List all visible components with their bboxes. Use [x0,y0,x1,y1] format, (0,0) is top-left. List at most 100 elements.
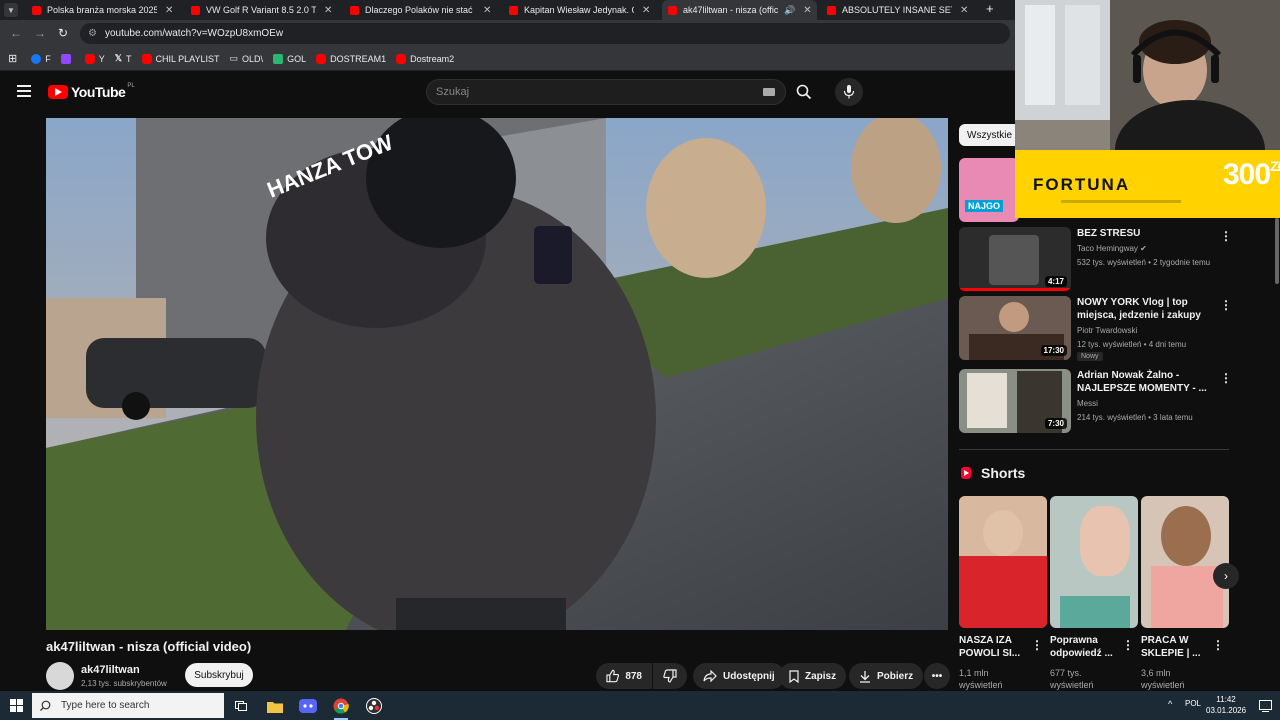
new-tab-button[interactable]: + [986,1,994,16]
video-player[interactable]: HANZA TOW [46,118,948,630]
tab-title: Kapitan Wiesław Jedynak. Ostat [524,5,634,15]
bookmark-item[interactable]: DOSTREAM1 [316,53,386,64]
save-label: Zapisz [805,670,837,682]
bookmark-item[interactable]: CHIL PLAYLIST [141,53,220,64]
clock-date: 03.01.2026 [1206,706,1247,715]
short-thumbnail[interactable] [959,496,1047,628]
tab-close-icon[interactable]: ✕ [165,5,173,16]
channel-avatar[interactable] [46,662,74,690]
video-thumbnail[interactable]: 4:17 [959,227,1071,291]
tab-close-icon[interactable]: ✕ [960,5,968,16]
ad-fine-print [1061,200,1181,203]
back-arrow-icon[interactable]: ← [10,26,22,40]
short-views: 1,1 mln wyświetleń [959,668,1003,690]
channel-name[interactable]: ak47liltwan [81,664,140,676]
video-thumbnail[interactable]: 7:30 [959,369,1071,433]
channel-name: Messi [1077,399,1098,408]
bookmark-folder[interactable]: ▭ OLD\ [230,53,264,64]
browser-tab[interactable]: Polska branża morska 2025 - Yo ✕ [26,0,181,20]
shorts-heading: Shorts [961,465,1025,481]
tab-close-icon[interactable]: ✕ [483,5,491,16]
browser-tab[interactable]: VW Golf R Variant 8.5 2.0 TSI 33 ✕ [185,0,340,20]
browser-tab[interactable]: Dlaczego Polaków nie stać na m ✕ [344,0,499,20]
discord-icon[interactable] [297,695,319,717]
language-indicator[interactable]: POL [1185,699,1201,708]
search-button[interactable] [786,79,822,105]
shorts-next-arrow-icon[interactable]: › [1213,563,1239,589]
facebook-icon [31,53,42,64]
tab-search-icon[interactable]: ▼ [4,3,18,17]
browser-tab[interactable]: ABSOLUTELY INSANE SET! Gian ✕ [821,0,981,20]
more-vertical-icon[interactable]: ⋮ [1212,638,1224,652]
bookmark-item[interactable]: Y [84,53,105,64]
file-explorer-icon[interactable] [264,695,286,717]
notification-icon[interactable] [1254,695,1276,717]
more-vertical-icon[interactable]: ⋮ [1031,638,1043,652]
windows-taskbar: Type here to search ^ POL 11:42 03.01.20… [0,691,1280,720]
tab-close-icon[interactable]: ✕ [803,5,811,16]
more-vertical-icon[interactable]: ⋮ [1220,229,1232,243]
bookmark-item[interactable]: F [31,53,51,64]
tab-close-icon[interactable]: ✕ [642,5,650,16]
tray-chevron-icon[interactable]: ^ [1168,699,1172,709]
search-icon [796,84,812,100]
voice-search-button[interactable] [835,78,863,106]
browser-tab-active[interactable]: ak47liltwan - nisza (official v 🔊 ✕ [662,0,817,20]
forward-arrow-icon[interactable]: → [34,26,46,40]
bookmark-item[interactable] [60,53,75,64]
ad-thumb-text: NAJGO [965,200,1004,212]
subscribe-button[interactable]: Subskrybuj [185,663,253,687]
filter-chip-all[interactable]: Wszystkie [959,124,1020,146]
x-icon: 𝕏 [114,53,122,63]
short-thumbnail[interactable] [1050,496,1138,628]
reload-icon[interactable]: ↻ [58,26,68,40]
speaker-icon[interactable]: 🔊 [784,5,795,16]
url-text: youtube.com/watch?v=WOzpU8xmOEw [104,28,284,39]
taskbar-clock[interactable]: 11:42 03.01.2026 [1206,694,1246,716]
search-input[interactable]: Szukaj [426,79,786,105]
video-thumbnail[interactable]: 17:30 [959,296,1071,360]
site-info-icon[interactable]: ⚙ [88,28,97,39]
more-vertical-icon[interactable]: ⋮ [1220,298,1232,312]
recommendation-item[interactable]: 17:30 NOWY YORK Vlog | top miejsca, jedz… [959,296,1232,361]
taskbar-search-input[interactable]: Type here to search [32,693,224,718]
fortuna-ad-banner[interactable]: FORTUNA 300ZŁ [1015,150,1280,218]
dislike-button[interactable] [653,663,687,689]
webcam-overlay [1015,0,1280,150]
youtube-favicon-icon [509,5,518,15]
obs-icon[interactable] [363,695,385,717]
share-button[interactable]: Udostępnij [693,663,785,689]
more-vertical-icon[interactable]: ⋮ [1220,371,1232,385]
youtube-logo[interactable]: YouTube PL [48,83,135,100]
page-scrollbar[interactable] [1275,218,1279,284]
like-count: 878 [625,670,642,682]
like-button[interactable]: 878 [596,663,652,689]
short-title: NASZA IZA POWOLI SI... [959,635,1021,659]
url-field[interactable]: ⚙ youtube.com/watch?v=WOzpU8xmOEw [80,23,1010,44]
folder-icon: ▭ [229,53,239,63]
youtube-icon [84,53,95,64]
chrome-icon[interactable] [330,695,352,720]
more-actions-button[interactable]: ••• [924,663,950,689]
save-button[interactable]: Zapisz [779,663,847,689]
ad-thumbnail[interactable]: NAJGO [959,158,1019,222]
short-thumbnail[interactable] [1141,496,1229,628]
bookmark-item[interactable]: 𝕏T [115,53,132,64]
more-vertical-icon[interactable]: ⋮ [1122,638,1134,652]
browser-tab[interactable]: Kapitan Wiesław Jedynak. Ostat ✕ [503,0,658,20]
menu-icon[interactable] [17,85,31,100]
youtube-favicon-icon [827,5,836,15]
task-view-icon[interactable] [230,695,252,717]
video-title: Adrian Nowak Żalno - NAJLEPSZE MOMENTY -… [1077,370,1207,394]
recommendation-item[interactable]: 4:17 BEZ STRESU Taco Hemingway ✔ 532 tys… [959,227,1232,291]
bookmark-item[interactable]: GOL [273,53,306,64]
keyboard-icon[interactable] [763,88,775,96]
windows-start-icon[interactable] [10,699,23,712]
apps-grid-icon[interactable]: ⊞ [8,52,17,65]
download-button[interactable]: Pobierz [849,663,924,689]
youtube-favicon-icon [668,5,677,15]
recommendation-item[interactable]: 7:30 Adrian Nowak Żalno - NAJLEPSZE MOME… [959,369,1232,433]
tab-close-icon[interactable]: ✕ [324,5,332,16]
bookmark-item[interactable]: Dostream2 [396,53,454,64]
thumbs-down-icon [663,669,677,683]
